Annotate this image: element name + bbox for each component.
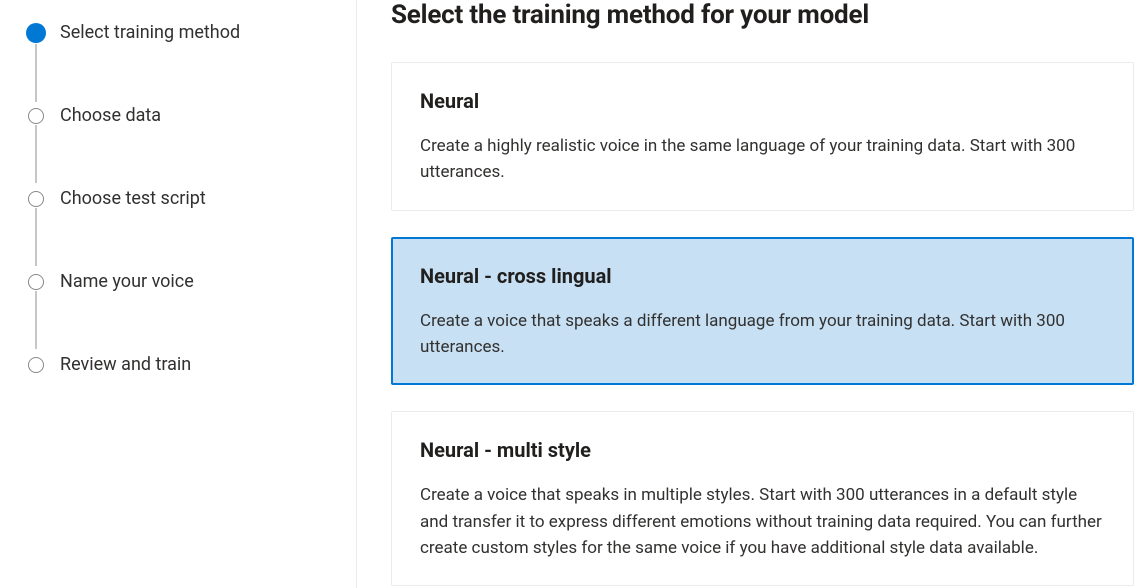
option-description: Create a voice that speaks a different l… <box>420 308 1105 361</box>
step-connector <box>35 208 37 266</box>
step-label: Review and train <box>60 354 191 375</box>
step-connector <box>35 44 37 102</box>
option-neural-multi-style[interactable]: Neural - multi style Create a voice that… <box>391 411 1134 586</box>
wizard-sidebar: Select training method Choose data Choos… <box>0 0 357 588</box>
step-indicator-icon <box>28 274 44 290</box>
step-indicator-icon <box>28 357 44 373</box>
option-title: Neural <box>420 89 1105 113</box>
wizard-steps-list: Select training method Choose data Choos… <box>28 22 336 375</box>
step-label: Choose data <box>60 105 161 126</box>
step-label: Select training method <box>60 22 240 43</box>
step-label: Choose test script <box>60 188 206 209</box>
step-connector <box>35 291 37 349</box>
option-neural[interactable]: Neural Create a highly realistic voice i… <box>391 62 1134 211</box>
page-title: Select the training method for your mode… <box>391 0 1140 30</box>
step-name-your-voice[interactable]: Name your voice <box>28 271 336 292</box>
step-choose-data[interactable]: Choose data <box>28 105 336 126</box>
step-indicator-icon <box>28 108 44 124</box>
option-title: Neural - cross lingual <box>420 264 1105 288</box>
step-indicator-icon <box>28 191 44 207</box>
step-select-training-method[interactable]: Select training method <box>28 22 336 43</box>
option-neural-cross-lingual[interactable]: Neural - cross lingual Create a voice th… <box>391 237 1134 386</box>
step-label: Name your voice <box>60 271 194 292</box>
step-choose-test-script[interactable]: Choose test script <box>28 188 336 209</box>
page-layout: Select training method Choose data Choos… <box>0 0 1140 588</box>
option-description: Create a highly realistic voice in the s… <box>420 133 1105 186</box>
training-method-options: Neural Create a highly realistic voice i… <box>391 62 1140 586</box>
step-connector <box>35 125 37 183</box>
option-description: Create a voice that speaks in multiple s… <box>420 482 1105 561</box>
option-title: Neural - multi style <box>420 438 1105 462</box>
main-content: Select the training method for your mode… <box>357 0 1140 588</box>
step-indicator-icon <box>26 23 46 43</box>
step-review-and-train[interactable]: Review and train <box>28 354 336 375</box>
